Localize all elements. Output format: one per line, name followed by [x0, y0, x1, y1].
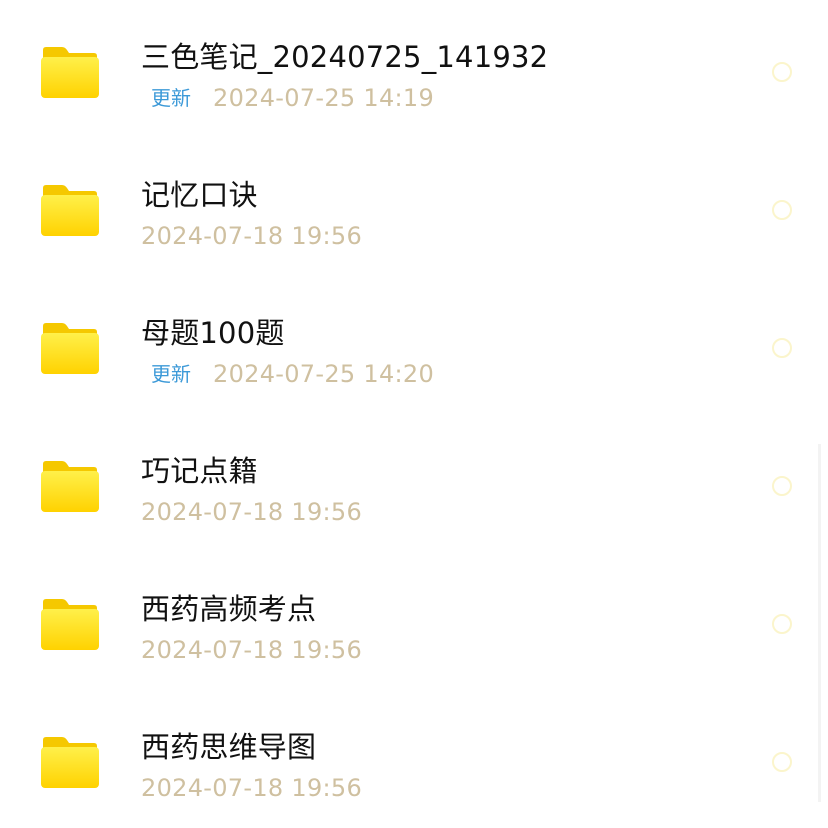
folder-meta: 更新 2024-07-25 14:19	[141, 84, 434, 112]
folder-meta: 2024-07-18 19:56	[141, 636, 362, 664]
list-item[interactable]: 母题100题 更新 2024-07-25 14:20	[0, 276, 828, 414]
update-badge: 更新	[151, 86, 191, 110]
folder-name: 母题100题	[141, 316, 285, 350]
folder-meta: 2024-07-18 19:56	[141, 498, 362, 526]
folder-icon	[41, 599, 99, 650]
folder-meta: 2024-07-18 19:56	[141, 222, 362, 250]
select-radio[interactable]	[772, 62, 792, 82]
select-radio[interactable]	[772, 200, 792, 220]
modified-time: 2024-07-18 19:56	[141, 636, 363, 664]
folder-icon	[41, 737, 99, 788]
modified-time: 2024-07-18 19:56	[141, 498, 363, 526]
list-item[interactable]: 巧记点籍 2024-07-18 19:56	[0, 414, 828, 552]
folder-name: 巧记点籍	[141, 454, 258, 488]
modified-time: 2024-07-25 14:20	[213, 360, 435, 388]
folder-icon	[41, 323, 99, 374]
folder-name: 三色笔记_20240725_141932	[141, 40, 549, 74]
list-item[interactable]: 记忆口诀 2024-07-18 19:56	[0, 138, 828, 276]
select-radio[interactable]	[772, 338, 792, 358]
folder-icon	[41, 47, 99, 98]
folder-icon	[41, 185, 99, 236]
list-item[interactable]: 西药思维导图 2024-07-18 19:56	[0, 690, 828, 828]
modified-time: 2024-07-18 19:56	[141, 222, 363, 250]
folder-name: 西药高频考点	[141, 592, 317, 626]
folder-meta: 2024-07-18 19:56	[141, 774, 362, 802]
folder-name: 记忆口诀	[141, 178, 258, 212]
file-list: 三色笔记_20240725_141932 更新 2024-07-25 14:19 …	[0, 0, 828, 802]
list-item[interactable]: 三色笔记_20240725_141932 更新 2024-07-25 14:19	[0, 0, 828, 138]
select-radio[interactable]	[772, 752, 792, 772]
modified-time: 2024-07-18 19:56	[141, 774, 363, 802]
folder-meta: 更新 2024-07-25 14:20	[141, 360, 434, 388]
modified-time: 2024-07-25 14:19	[213, 84, 435, 112]
folder-name: 西药思维导图	[141, 730, 317, 764]
select-radio[interactable]	[772, 614, 792, 634]
scrollbar[interactable]	[818, 444, 821, 802]
list-item[interactable]: 西药高频考点 2024-07-18 19:56	[0, 552, 828, 690]
folder-icon	[41, 461, 99, 512]
select-radio[interactable]	[772, 476, 792, 496]
update-badge: 更新	[151, 362, 191, 386]
